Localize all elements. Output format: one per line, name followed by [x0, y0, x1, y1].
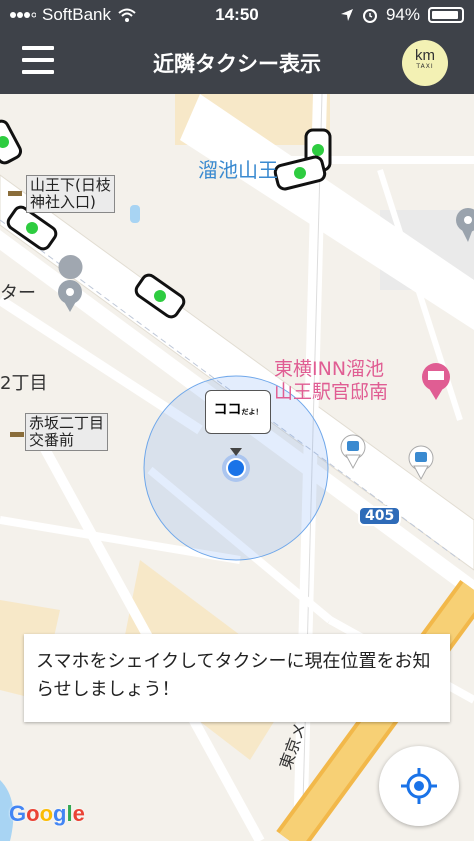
- district-label: 2丁目: [0, 373, 48, 394]
- google-letter: g: [53, 801, 67, 826]
- hotel-label-line: 山王駅官邸南: [274, 381, 389, 403]
- route-shield: 405: [358, 506, 402, 526]
- google-letter: e: [72, 801, 85, 826]
- bus-stop-label-line: 神社入口): [30, 193, 96, 211]
- nav-bar: 近隣タクシー表示 km TAXI: [0, 30, 474, 94]
- google-letter: G: [9, 801, 27, 826]
- map-label-partial: ター: [0, 283, 36, 304]
- shake-notice: スマホをシェイクしてタクシーに現在位置をお知らせしましょう！: [24, 634, 450, 722]
- location-arrow-icon: [340, 9, 353, 21]
- hotel-label[interactable]: 東横INN溜池 山王駅官邸南: [274, 358, 388, 404]
- alarm-icon: [362, 9, 377, 23]
- google-letter: o: [39, 801, 54, 826]
- bus-stop-label-line: 山王下(日枝: [30, 176, 111, 194]
- hotel-label-line: 東横INN溜池: [274, 358, 385, 380]
- app-logo: km TAXI: [402, 40, 448, 86]
- status-right: 94%: [340, 5, 464, 25]
- google-logo: Google: [9, 801, 85, 827]
- map-view[interactable]: 溜池山王 山王下(日枝 神社入口) 赤坂二丁目 交番前 ター 2丁目 東横INN…: [0, 94, 474, 841]
- bus-stop-label-line: 交番前: [29, 431, 75, 449]
- battery-percent: 94%: [385, 5, 420, 24]
- battery-fill: [432, 11, 459, 19]
- battery-icon: [428, 7, 464, 23]
- bus-stop-label-sanno[interactable]: 山王下(日枝 神社入口): [26, 175, 115, 213]
- status-bar: SoftBank 14:50 94%: [0, 0, 474, 30]
- bubble-main-text: ココ: [213, 402, 242, 418]
- logo-text: km: [415, 47, 435, 64]
- my-location-icon: [401, 768, 437, 804]
- logo-subtext: TAXI: [416, 63, 434, 70]
- station-label: 溜池山王: [198, 158, 278, 182]
- current-location-bubble: ココだよ！: [205, 390, 271, 434]
- bubble-small-text: だよ！: [241, 408, 263, 416]
- google-letter: o: [26, 801, 40, 826]
- bus-stop-label-akasaka[interactable]: 赤坂二丁目 交番前: [25, 413, 109, 451]
- bus-stop-label-line: 赤坂二丁目: [29, 414, 105, 432]
